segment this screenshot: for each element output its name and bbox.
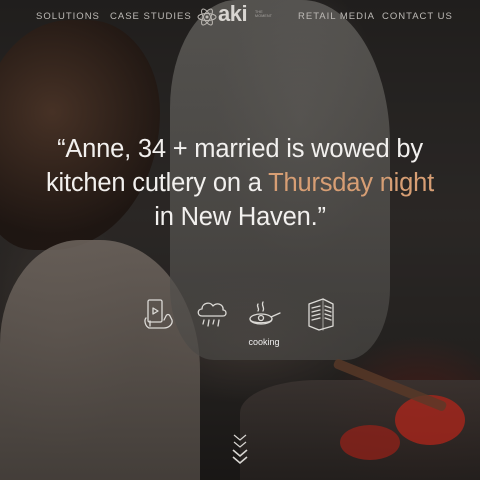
chevrons-down-icon — [232, 434, 248, 465]
aki-logo[interactable]: aki THE MOMENT — [197, 1, 283, 30]
hero-background — [0, 0, 480, 480]
rain-cloud-icon[interactable] — [194, 296, 230, 332]
cooking-label: cooking — [248, 337, 280, 347]
mobile-hand-icon[interactable] — [140, 296, 176, 332]
top-nav: SOLUTIONS CASE STUDIES aki THE MOMENT RE… — [0, 0, 480, 34]
hero-quote: “Anne, 34 + married is wowed by kitchen … — [40, 132, 440, 234]
quote-text-end: in New Haven.” — [154, 203, 326, 231]
building-icon[interactable] — [303, 296, 339, 332]
background-photo-pepper — [340, 425, 400, 460]
scroll-down-indicator[interactable] — [229, 432, 251, 468]
moment-icons-row — [140, 296, 340, 356]
atom-icon — [197, 8, 217, 26]
logo-wordmark: aki — [218, 1, 248, 26]
nav-link-contact-us[interactable]: CONTACT US — [382, 11, 453, 22]
nav-link-retail-media[interactable]: RETAIL MEDIA — [298, 11, 375, 22]
cooking-pan-icon[interactable] — [246, 296, 282, 332]
logo-tagline: THE MOMENT — [255, 10, 273, 19]
nav-link-case-studies[interactable]: CASE STUDIES — [110, 11, 192, 22]
nav-link-solutions[interactable]: SOLUTIONS — [36, 11, 100, 22]
quote-highlight-time: Thursday night — [268, 169, 435, 197]
